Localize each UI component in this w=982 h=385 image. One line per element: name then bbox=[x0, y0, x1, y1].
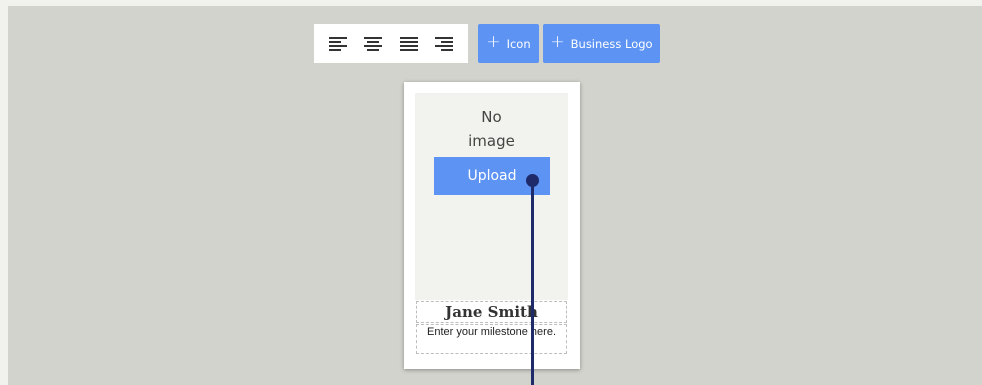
add-icon-button[interactable]: + Icon bbox=[478, 24, 539, 63]
plus-icon: + bbox=[550, 32, 565, 52]
add-business-logo-button[interactable]: + Business Logo bbox=[543, 24, 660, 63]
image-placeholder: No image Upload bbox=[415, 93, 568, 300]
align-left-icon[interactable] bbox=[327, 33, 349, 55]
no-image-text: No image bbox=[415, 105, 568, 153]
no-image-line1: No bbox=[481, 108, 502, 126]
alignment-toolbar bbox=[314, 24, 468, 63]
drag-handle[interactable] bbox=[526, 174, 539, 187]
milestone-card: No image Upload Jane Smith Enter your mi… bbox=[404, 82, 580, 369]
align-center-icon[interactable] bbox=[362, 33, 384, 55]
milestone-text: Enter your milestone here. bbox=[427, 326, 557, 338]
align-right-icon[interactable] bbox=[433, 33, 455, 55]
add-icon-label: Icon bbox=[506, 36, 531, 51]
name-field[interactable]: Jane Smith bbox=[416, 301, 567, 323]
drag-connector-line bbox=[531, 181, 534, 385]
plus-icon: + bbox=[486, 32, 501, 52]
add-business-logo-label: Business Logo bbox=[570, 36, 653, 51]
milestone-field[interactable]: Enter your milestone here. bbox=[416, 324, 567, 354]
align-justify-icon[interactable] bbox=[398, 33, 420, 55]
no-image-line2: image bbox=[468, 132, 515, 150]
